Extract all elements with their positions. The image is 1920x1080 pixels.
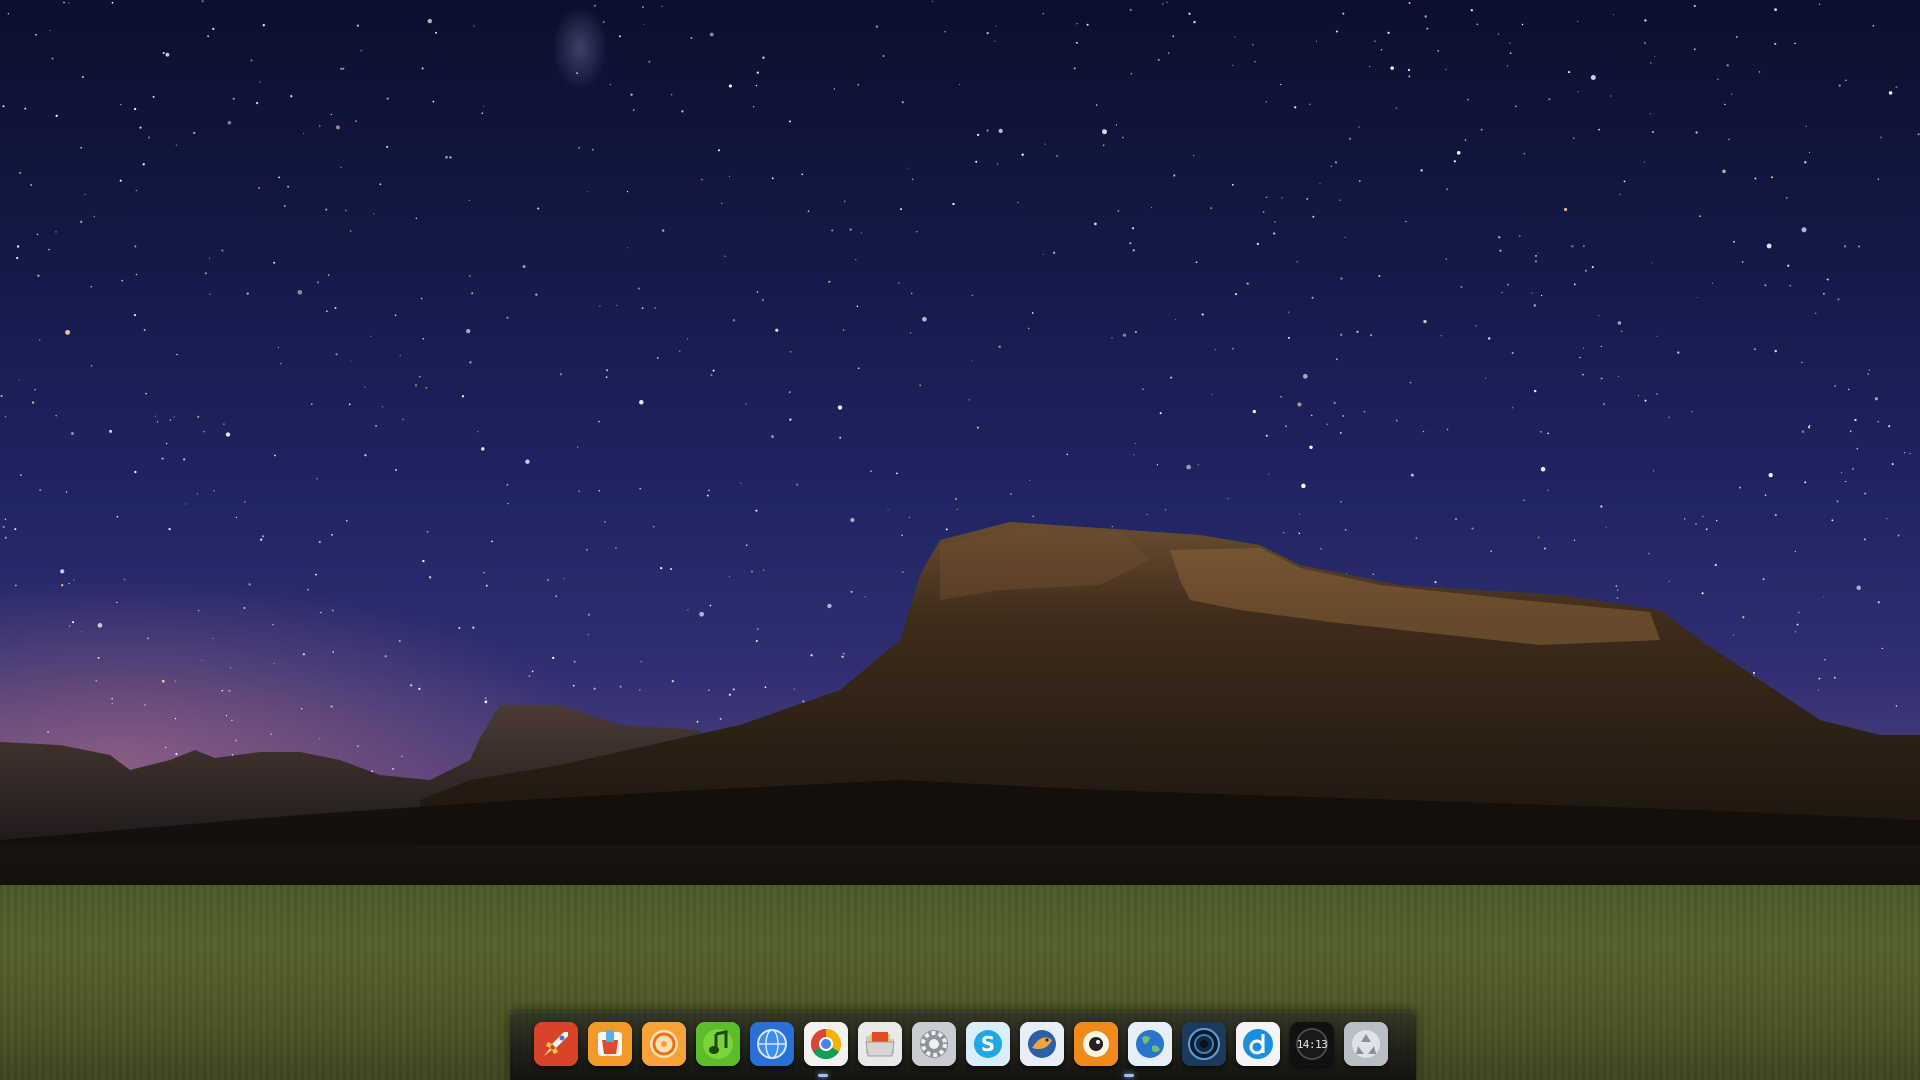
rocket-icon [534,1022,578,1066]
dock-items: S 14:13 [534,1017,1388,1071]
dock-item-clock[interactable]: 14:13 [1290,1022,1334,1066]
dock-item-web-browser[interactable] [1128,1022,1172,1066]
media-player-icon [1074,1022,1118,1066]
desktop[interactable]: S 14:13 [0,0,1920,1080]
running-indicator [818,1074,828,1077]
dock-item-browser-blue[interactable] [750,1022,794,1066]
running-indicator [1124,1074,1134,1077]
music-note-icon [696,1022,740,1066]
dock-item-cleaner[interactable] [588,1022,632,1066]
dock-item-chrome[interactable] [804,1022,848,1066]
dock-item-deepin-music[interactable] [1236,1022,1280,1066]
camera-icon [1182,1022,1226,1066]
globe-icon [750,1022,794,1066]
recycle-icon [1344,1022,1388,1066]
folder-icon [858,1022,902,1066]
dock-item-email[interactable] [1020,1022,1064,1066]
email-bird-icon [1020,1022,1064,1066]
skype-icon: S [966,1022,1010,1066]
dock: S 14:13 [510,1012,1416,1080]
dock-item-settings[interactable] [912,1022,956,1066]
dock-item-media-player[interactable] [1074,1022,1118,1066]
dock-item-file-manager[interactable] [858,1022,902,1066]
dock-item-trash[interactable] [1344,1022,1388,1066]
clock-time: 14:13 [1296,1037,1328,1051]
disc-burn-icon [642,1022,686,1066]
deepin-d-icon [1236,1022,1280,1066]
dock-item-music[interactable] [696,1022,740,1066]
broom-icon [588,1022,632,1066]
dock-item-burner[interactable] [642,1022,686,1066]
earth-icon [1128,1022,1172,1066]
dock-item-skype[interactable]: S [966,1022,1010,1066]
gear-icon [912,1022,956,1066]
svg-text:S: S [981,1032,995,1056]
dock-item-launcher[interactable] [534,1022,578,1066]
dock-item-camera[interactable] [1182,1022,1226,1066]
chrome-icon [804,1022,848,1066]
